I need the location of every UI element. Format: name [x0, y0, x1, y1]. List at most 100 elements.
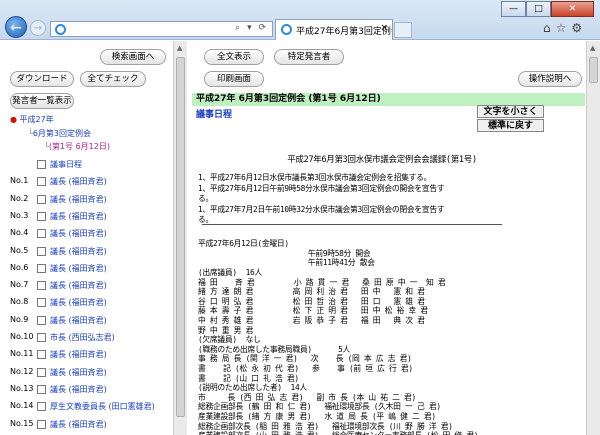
list-item[interactable]: No.5 議長 (福田斉君): [10, 244, 170, 261]
item-number: No.10: [10, 332, 34, 341]
document-line: 産業建設部長 (緒 方 康 男 君) 水 道 局 長 (平 嶋 健 二 君): [198, 411, 436, 421]
item-checkbox[interactable]: [37, 160, 46, 169]
close-window-button[interactable]: ✕: [551, 1, 594, 17]
scroll-up-icon[interactable]: ▲: [177, 44, 182, 52]
item-link[interactable]: 議長 (福田斉君): [50, 176, 107, 187]
minimize-button[interactable]: —: [501, 1, 526, 17]
bullet-icon: ●: [10, 115, 17, 124]
document-line: (説明のため出席した者) 14人: [198, 383, 307, 393]
list-item[interactable]: No.12 議長 (福田斉君): [10, 365, 170, 382]
document-line: 1、平成27年6月12日午前9時58分水俣市議会第3回定例会の開会を宣告す: [198, 183, 445, 193]
ie-icon: [55, 24, 66, 35]
tree-meeting[interactable]: └6月第3回定例会: [28, 128, 91, 139]
back-button[interactable]: ←: [5, 16, 27, 38]
list-item[interactable]: No.4 議長 (福田斉君): [10, 226, 170, 243]
item-checkbox[interactable]: [37, 211, 46, 221]
right-scrollbar[interactable]: ▲: [586, 41, 600, 435]
document-title: 平成27年6月第3回水俣市議会定例会会議録(第1号): [287, 155, 477, 165]
text-reset-button[interactable]: 標準に戻す: [477, 119, 544, 132]
list-item[interactable]: No.3 議長 (福田斉君): [10, 209, 170, 226]
item-checkbox[interactable]: [37, 177, 46, 187]
list-item[interactable]: No.6 議長 (福田斉君): [10, 261, 170, 278]
item-link[interactable]: 議事日程: [50, 159, 82, 170]
tree-session[interactable]: └(第1号 6月12日): [44, 141, 110, 152]
item-link[interactable]: 厚生文教委員長 (田口憲雄君): [50, 401, 155, 412]
forward-button[interactable]: →: [30, 20, 46, 36]
item-link[interactable]: 議長 (福田斉君): [50, 349, 107, 360]
item-number: No.12: [10, 366, 34, 376]
list-item[interactable]: No.15 議長 (福田斉君): [10, 417, 170, 434]
list-item[interactable]: No.1 議長 (福田斉君): [10, 174, 170, 191]
scroll-up-icon[interactable]: ▲: [590, 44, 595, 52]
browser-tab[interactable]: 平成27年6月第3回定例会... ×: [275, 19, 393, 40]
document-line: 平成27年6月12日(金曜日): [198, 239, 289, 249]
document-line: 産業建設部次長 (山 田 雅 浩 君) 総合医療センター事務部長 (松 田 修 …: [198, 431, 479, 435]
list-item[interactable]: No.8 議長 (福田斉君): [10, 295, 170, 312]
item-link[interactable]: 議長 (福田斉君): [50, 297, 107, 308]
item-checkbox[interactable]: [37, 281, 46, 291]
operation-guide-button[interactable]: 操作説明へ: [518, 71, 582, 87]
item-checkbox[interactable]: [37, 367, 46, 377]
new-tab-button[interactable]: [394, 22, 412, 38]
item-checkbox[interactable]: [37, 263, 46, 273]
left-scroll-thumb[interactable]: [176, 57, 185, 417]
document-line: 藤 本 壽 子 君 松 下 正 明 君 田 中 松 裕 幸 君: [198, 306, 428, 316]
maximize-button[interactable]: □: [526, 1, 551, 17]
item-link[interactable]: 議長 (福田斉君): [50, 246, 107, 257]
item-number: No.7: [10, 280, 29, 290]
item-checkbox[interactable]: [37, 333, 46, 342]
document-line: 書 記 (松 永 初 代 君) 参 事 (前 垣 広 行 君): [198, 363, 413, 373]
list-item[interactable]: No.11 議長 (福田斉君): [10, 347, 170, 364]
item-link[interactable]: 議長 (福田斉君): [50, 263, 107, 274]
item-number: No.9: [10, 314, 29, 324]
list-item[interactable]: No.7 議長 (福田斉君): [10, 278, 170, 295]
speaker-list-button[interactable]: 発言者一覧表示: [10, 93, 74, 109]
font-size-controls: 文字を小さく 標準に戻す: [473, 104, 548, 132]
tree-year[interactable]: ● 平成27年: [10, 114, 54, 125]
item-number: No.5: [10, 245, 29, 255]
list-item[interactable]: No.13 議長 (福田斉君): [10, 382, 170, 399]
document-line: る。: [198, 215, 213, 224]
print-screen-button[interactable]: 印刷画面: [204, 71, 264, 87]
text-smaller-button[interactable]: 文字を小さく: [477, 105, 544, 118]
list-item[interactable]: No.2 議長 (福田斉君): [10, 192, 170, 209]
item-number: No.3: [10, 210, 29, 220]
download-button[interactable]: ダウンロード: [10, 71, 74, 87]
item-link[interactable]: 議長 (福田斉君): [50, 280, 107, 291]
left-scrollbar[interactable]: ▲: [173, 41, 187, 435]
document-line: 総務企画部長 (鶴 田 和 仁 君) 福祉環境部長 (久木田 一 己 君): [198, 402, 441, 412]
item-checkbox[interactable]: [37, 384, 46, 394]
item-checkbox[interactable]: [37, 402, 46, 412]
specific-speaker-button[interactable]: 特定発言者: [274, 49, 344, 65]
list-item[interactable]: No.9 議長 (福田斉君): [10, 313, 170, 330]
item-checkbox[interactable]: [37, 298, 46, 308]
list-item[interactable]: 議事日程: [10, 157, 170, 174]
right-scroll-thumb[interactable]: [589, 57, 598, 83]
address-bar[interactable]: ⌕ ▾ ⟳: [50, 21, 273, 37]
search-screen-button[interactable]: 検索画面へ: [100, 49, 166, 65]
list-item[interactable]: No.10 市長 (西田弘志君): [10, 330, 170, 347]
item-link[interactable]: 議長 (福田斉君): [50, 384, 107, 395]
item-number: No.15: [10, 418, 34, 428]
item-checkbox[interactable]: [37, 315, 46, 325]
item-checkbox[interactable]: [37, 229, 46, 239]
toolbar-icons[interactable]: ⌂☆⚙: [543, 21, 597, 37]
item-link[interactable]: 議長 (福田斉君): [50, 228, 107, 239]
item-link[interactable]: 議長 (福田斉君): [50, 194, 107, 205]
item-link[interactable]: 議長 (福田斉君): [50, 367, 107, 378]
item-link[interactable]: 議長 (福田斉君): [50, 419, 107, 430]
agenda-link[interactable]: 議事日程: [196, 107, 232, 120]
item-link[interactable]: 議長 (福田斉君): [50, 315, 107, 326]
document-line: 福 田 斉 君 小 路 貫 一 君 桑 田 原 中 一 知 君: [198, 277, 446, 287]
item-link[interactable]: 市長 (西田弘志君): [50, 332, 115, 343]
item-checkbox[interactable]: [37, 350, 46, 360]
item-checkbox[interactable]: [37, 194, 46, 204]
tab-close-icon[interactable]: ×: [380, 23, 388, 33]
item-checkbox[interactable]: [37, 246, 46, 256]
item-link[interactable]: 議長 (福田斉君): [50, 211, 107, 222]
check-all-button[interactable]: 全てチェック: [80, 71, 146, 87]
full-text-button[interactable]: 全文表示: [204, 49, 264, 65]
item-checkbox[interactable]: [37, 419, 46, 429]
list-item[interactable]: No.14 厚生文教委員長 (田口憲雄君): [10, 399, 170, 416]
address-controls[interactable]: ⌕ ▾ ⟳: [235, 23, 268, 33]
